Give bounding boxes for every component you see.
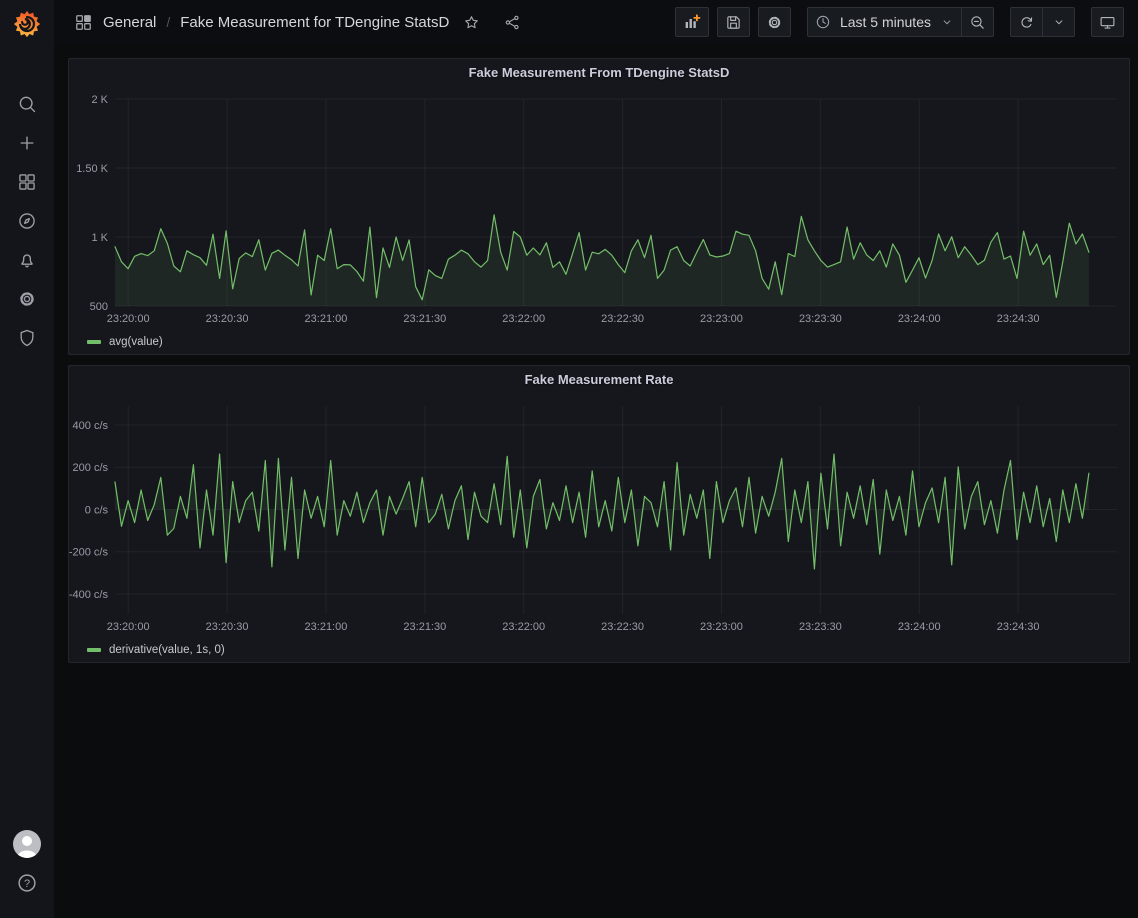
svg-text:23:23:00: 23:23:00 bbox=[700, 313, 743, 325]
svg-text:500: 500 bbox=[90, 301, 108, 313]
svg-text:23:21:00: 23:21:00 bbox=[305, 621, 348, 633]
svg-text:23:24:00: 23:24:00 bbox=[898, 621, 941, 633]
svg-text:1.50 K: 1.50 K bbox=[76, 163, 108, 175]
legend-label: derivative(value, 1s, 0) bbox=[109, 644, 225, 656]
svg-text:23:20:00: 23:20:00 bbox=[107, 313, 150, 325]
clock-icon bbox=[815, 14, 831, 30]
server-admin-shield-icon[interactable] bbox=[0, 318, 54, 357]
svg-text:-400 c/s: -400 c/s bbox=[69, 589, 108, 601]
legend-item[interactable]: avg(value) bbox=[69, 330, 1129, 354]
zoom-out-button[interactable] bbox=[962, 7, 994, 37]
svg-text:23:24:30: 23:24:30 bbox=[997, 621, 1040, 633]
svg-text:23:23:00: 23:23:00 bbox=[700, 621, 743, 633]
top-bar: General / Fake Measurement for TDengine … bbox=[54, 0, 1138, 44]
breadcrumb-folder[interactable]: General bbox=[103, 14, 156, 31]
panel-fake-measurement-rate: Fake Measurement Rate 23:20:0023:20:3023… bbox=[68, 365, 1130, 663]
dashboards-grid-icon[interactable] bbox=[0, 162, 54, 201]
svg-text:23:22:00: 23:22:00 bbox=[502, 621, 545, 633]
svg-text:23:24:30: 23:24:30 bbox=[997, 313, 1040, 325]
explore-compass-icon[interactable] bbox=[0, 201, 54, 240]
grafana-logo[interactable] bbox=[0, 0, 54, 48]
share-icon[interactable] bbox=[504, 14, 521, 31]
cycle-view-mode-button[interactable] bbox=[1091, 7, 1124, 37]
sidebar-bottom: ? bbox=[0, 824, 54, 918]
breadcrumb-dashboard-title[interactable]: Fake Measurement for TDengine StatsD bbox=[180, 14, 449, 31]
svg-text:23:23:30: 23:23:30 bbox=[799, 621, 842, 633]
svg-text:23:22:30: 23:22:30 bbox=[601, 621, 644, 633]
legend-label: avg(value) bbox=[109, 336, 163, 348]
svg-text:?: ? bbox=[24, 877, 30, 889]
breadcrumb: General / Fake Measurement for TDengine … bbox=[74, 13, 531, 32]
svg-text:23:20:30: 23:20:30 bbox=[206, 313, 249, 325]
create-plus-icon[interactable] bbox=[0, 123, 54, 162]
panel-fake-measurement: Fake Measurement From TDengine StatsD 23… bbox=[68, 58, 1130, 355]
svg-text:23:22:00: 23:22:00 bbox=[502, 313, 545, 325]
svg-text:23:21:30: 23:21:30 bbox=[403, 313, 446, 325]
user-avatar[interactable] bbox=[0, 824, 54, 863]
panel-title[interactable]: Fake Measurement Rate bbox=[69, 366, 1129, 392]
legend-swatch bbox=[87, 648, 101, 652]
alerting-bell-icon[interactable] bbox=[0, 240, 54, 279]
breadcrumb-separator: / bbox=[166, 14, 170, 30]
refresh-controls bbox=[1010, 7, 1075, 37]
sidebar-menu bbox=[0, 84, 54, 357]
search-icon[interactable] bbox=[0, 84, 54, 123]
dashboard-settings-button[interactable] bbox=[758, 7, 791, 37]
svg-text:2 K: 2 K bbox=[91, 94, 108, 106]
save-dashboard-button[interactable] bbox=[717, 7, 750, 37]
dashboard-toolbar: Last 5 minutes bbox=[675, 7, 1124, 37]
configuration-gear-icon[interactable] bbox=[0, 279, 54, 318]
legend-item[interactable]: derivative(value, 1s, 0) bbox=[69, 638, 1129, 662]
time-range-picker[interactable]: Last 5 minutes bbox=[807, 7, 962, 37]
svg-text:23:20:30: 23:20:30 bbox=[206, 621, 249, 633]
svg-text:23:22:30: 23:22:30 bbox=[601, 313, 644, 325]
svg-text:23:24:00: 23:24:00 bbox=[898, 313, 941, 325]
apps-grid-icon bbox=[74, 13, 93, 32]
dashboard-canvas: Fake Measurement From TDengine StatsD 23… bbox=[54, 44, 1138, 918]
chevron-down-icon bbox=[940, 15, 954, 29]
svg-text:200 c/s: 200 c/s bbox=[73, 462, 109, 474]
svg-text:23:23:30: 23:23:30 bbox=[799, 313, 842, 325]
svg-text:23:21:30: 23:21:30 bbox=[403, 621, 446, 633]
timeseries-chart[interactable]: 23:20:00 23:20:30 23:21:00 23:21:30 23:22:00… bbox=[69, 85, 1129, 330]
time-range-label: Last 5 minutes bbox=[840, 14, 931, 30]
add-panel-button[interactable] bbox=[675, 7, 709, 37]
svg-text:0 c/s: 0 c/s bbox=[85, 504, 109, 516]
refresh-button[interactable] bbox=[1010, 7, 1043, 37]
refresh-interval-dropdown[interactable] bbox=[1043, 7, 1075, 37]
svg-text:400 c/s: 400 c/s bbox=[73, 420, 109, 432]
svg-text:-200 c/s: -200 c/s bbox=[69, 547, 108, 559]
svg-text:1 K: 1 K bbox=[91, 232, 108, 244]
star-icon[interactable] bbox=[463, 14, 480, 31]
legend-swatch bbox=[87, 340, 101, 344]
panel-title[interactable]: Fake Measurement From TDengine StatsD bbox=[69, 59, 1129, 85]
svg-text:23:20:00: 23:20:00 bbox=[107, 621, 150, 633]
svg-text:23:21:00: 23:21:00 bbox=[305, 313, 348, 325]
time-controls: Last 5 minutes bbox=[807, 7, 994, 37]
help-icon[interactable]: ? bbox=[0, 863, 54, 902]
timeseries-chart[interactable]: 23:20:00 23:20:30 23:21:00 23:21:30 23:22:00… bbox=[69, 392, 1129, 638]
sidebar: ? bbox=[0, 0, 54, 918]
